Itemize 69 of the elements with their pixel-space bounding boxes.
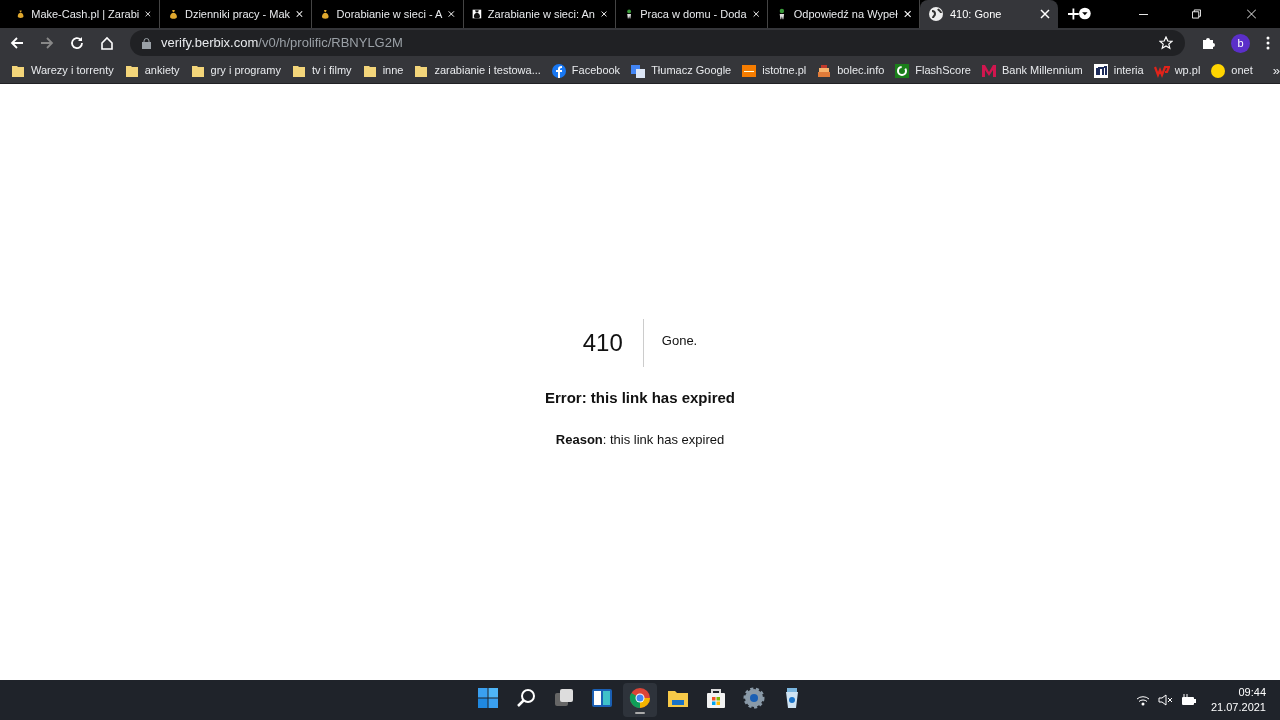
star-icon[interactable]: [1159, 36, 1173, 50]
back-icon[interactable]: [10, 36, 24, 50]
stack-icon: [816, 62, 833, 79]
error-heading: Error: this link has expired: [544, 388, 736, 408]
close-icon[interactable]: [600, 9, 607, 19]
tab-title: Make-Cash.pl | Zarabi: [31, 6, 140, 22]
bookmark[interactable]: ankiety: [123, 62, 180, 79]
new-tab-icon[interactable]: [1068, 8, 1080, 20]
tab-title: Odpowiedź na Wypeł: [793, 6, 898, 22]
bookmark[interactable]: Tłumacz Google: [630, 62, 732, 79]
restore-icon[interactable]: [1192, 9, 1201, 19]
bookmark[interactable]: zarabianie i testowa...: [413, 62, 541, 79]
bookmark[interactable]: Bank Millennium: [981, 62, 1083, 79]
close-icon[interactable]: [903, 9, 911, 19]
close-icon[interactable]: [1040, 9, 1051, 19]
bookmark[interactable]: FlashScore: [894, 62, 971, 79]
lock-icon: [142, 37, 151, 49]
more-bookmarks-button[interactable]: »: [1272, 60, 1280, 81]
url-text: verify.berbix.com/v0/h/prolific/RBNYLG2M: [161, 34, 404, 53]
close-icon[interactable]: [752, 9, 759, 19]
bookmark[interactable]: wp.pl: [1153, 62, 1201, 79]
bookmark[interactable]: onet: [1210, 62, 1253, 79]
close-icon[interactable]: [448, 9, 455, 19]
error-code: 410: [582, 328, 624, 358]
chrome-icon: [628, 686, 652, 710]
bookmark[interactable]: gry i programy: [189, 62, 281, 79]
bank-logo-icon: [981, 62, 997, 79]
profile-avatar[interactable]: b: [1231, 33, 1250, 53]
bookmark[interactable]: Facebook: [550, 62, 621, 79]
puzzle-icon[interactable]: [1201, 36, 1215, 50]
error-message: Gone.: [660, 331, 698, 350]
clock-date: 21.07.2021: [1210, 700, 1266, 715]
address-bar[interactable]: verify.berbix.com/v0/h/prolific/RBNYLG2M: [130, 30, 1185, 56]
reload-icon[interactable]: [70, 36, 84, 50]
interia-logo-icon: [1092, 62, 1109, 79]
tab-title: Zarabianie w sieci: An: [487, 6, 595, 22]
refresh-logo-icon: [894, 62, 911, 79]
forward-icon[interactable]: [40, 36, 54, 50]
windows-icon: [476, 686, 500, 710]
bookmark[interactable]: tv i filmy: [290, 62, 352, 79]
tab-title: Dorabianie w sieci - A: [336, 6, 443, 22]
close-icon[interactable]: [296, 9, 303, 19]
bookmark[interactable]: Warezy i torrenty: [10, 62, 114, 79]
bookmark[interactable]: istotne.pl: [741, 62, 807, 79]
taskbar-app[interactable]: [623, 683, 657, 717]
battery-icon[interactable]: [1180, 694, 1197, 706]
home-icon[interactable]: [100, 36, 114, 50]
tab-title: 410: Gone: [950, 6, 1003, 22]
settings-icon: [742, 686, 766, 710]
tab-title: Praca w domu - Doda: [640, 6, 747, 22]
clock-time: 09:44: [1238, 685, 1266, 700]
store-bag-icon: [704, 686, 728, 710]
muted-speaker-icon[interactable]: [1157, 694, 1173, 706]
site-logo-icon: [741, 62, 758, 79]
close-icon[interactable]: [145, 9, 151, 19]
tab-search-icon[interactable]: [1079, 7, 1091, 20]
tab-title: Dzienniki pracy - Mak: [185, 6, 291, 22]
reason-text: Reason: this link has expired: [555, 430, 725, 449]
wifi-icon[interactable]: [1135, 694, 1150, 706]
bookmark[interactable]: inne: [361, 62, 404, 79]
bookmark[interactable]: bolec.info: [816, 62, 885, 79]
widgets-icon: [590, 686, 614, 710]
globe-icon: [928, 6, 944, 22]
onet-logo-icon: [1210, 62, 1227, 79]
facebook-icon: [550, 62, 567, 79]
bookmark[interactable]: interia: [1092, 62, 1144, 79]
browser-tab[interactable]: 410: Gone: [920, 0, 1059, 28]
menu-icon[interactable]: [1266, 36, 1270, 50]
translate-icon: [630, 62, 647, 79]
